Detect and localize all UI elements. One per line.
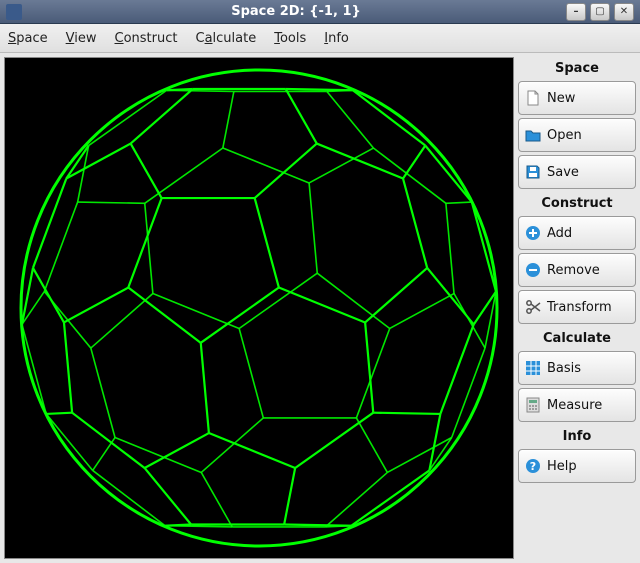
save-button[interactable]: Save	[518, 155, 636, 189]
help-label: Help	[547, 459, 577, 474]
transform-label: Transform	[547, 300, 612, 315]
app-window: Space 2D: {-1, 1} – ▢ ✕ Space View Const…	[0, 0, 640, 563]
plus-circle-icon	[525, 225, 541, 241]
add-button[interactable]: Add	[518, 216, 636, 250]
help-circle-icon: ?	[525, 458, 541, 474]
measure-button[interactable]: Measure	[518, 388, 636, 422]
window-title: Space 2D: {-1, 1}	[28, 4, 564, 19]
floppy-save-icon	[525, 164, 541, 180]
open-button[interactable]: Open	[518, 118, 636, 152]
basis-button[interactable]: Basis	[518, 351, 636, 385]
basis-label: Basis	[547, 361, 581, 376]
maximize-button[interactable]: ▢	[590, 3, 610, 21]
wireframe-sphere	[5, 58, 513, 558]
app-icon	[6, 4, 22, 20]
transform-button[interactable]: Transform	[518, 290, 636, 324]
section-space-label: Space	[518, 57, 636, 78]
titlebar: Space 2D: {-1, 1} – ▢ ✕	[0, 0, 640, 24]
minimize-button[interactable]: –	[566, 3, 586, 21]
menubar: Space View Construct Calculate Tools Inf…	[0, 24, 640, 53]
menu-calculate[interactable]: Calculate	[195, 31, 256, 46]
side-panel: Space New Open Save Construct	[518, 57, 636, 559]
section-calculate-label: Calculate	[518, 327, 636, 348]
remove-label: Remove	[547, 263, 600, 278]
section-info-label: Info	[518, 425, 636, 446]
help-button[interactable]: ? Help	[518, 449, 636, 483]
canvas[interactable]	[4, 57, 514, 559]
measure-label: Measure	[547, 398, 602, 413]
grid-icon	[525, 360, 541, 376]
folder-open-icon	[525, 127, 541, 143]
save-label: Save	[547, 165, 579, 180]
menu-info[interactable]: Info	[324, 31, 349, 46]
section-construct-label: Construct	[518, 192, 636, 213]
close-button[interactable]: ✕	[614, 3, 634, 21]
remove-button[interactable]: Remove	[518, 253, 636, 287]
new-label: New	[547, 91, 575, 106]
file-new-icon	[525, 90, 541, 106]
add-label: Add	[547, 226, 572, 241]
menu-space[interactable]: Space	[8, 31, 48, 46]
content-area: Space New Open Save Construct	[0, 53, 640, 563]
svg-text:?: ?	[530, 460, 536, 473]
open-label: Open	[547, 128, 582, 143]
menu-tools[interactable]: Tools	[274, 31, 306, 46]
scissors-icon	[525, 299, 541, 315]
minus-circle-icon	[525, 262, 541, 278]
menu-view[interactable]: View	[66, 31, 97, 46]
calculator-icon	[525, 397, 541, 413]
new-button[interactable]: New	[518, 81, 636, 115]
menu-construct[interactable]: Construct	[115, 31, 178, 46]
